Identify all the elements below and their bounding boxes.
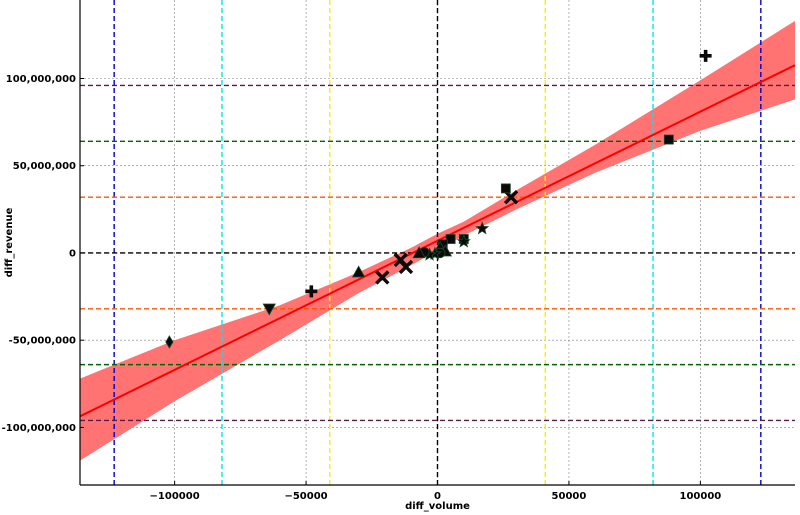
y-tick-label-3: 50,000,000 <box>13 161 76 172</box>
x-tick-label-4: 100000 <box>679 491 721 502</box>
x-tick-label-0: −100000 <box>150 491 200 502</box>
data-point-3 <box>500 183 511 194</box>
y-axis-label: diff_revenue <box>4 207 15 277</box>
data-point-0 <box>699 49 712 62</box>
y-tick-label-0: -100,000,000 <box>2 423 76 434</box>
y-tick-label-4: 100,000,000 <box>6 74 76 85</box>
y-tick-label-2: 0 <box>69 248 76 259</box>
x-axis-label: diff_volume <box>405 501 470 512</box>
x-tick-label-3: 50000 <box>552 491 587 502</box>
data-points <box>165 49 712 349</box>
data-point-1 <box>663 134 674 145</box>
reference-lines <box>80 0 795 485</box>
y-tick-label-1: -50,000,000 <box>9 336 76 347</box>
regression-scatter-chart: −100000 −50000 0 50000 100000 -100,000,000 -50… <box>2 0 796 512</box>
x-tick-label-1: −50000 <box>284 491 327 502</box>
